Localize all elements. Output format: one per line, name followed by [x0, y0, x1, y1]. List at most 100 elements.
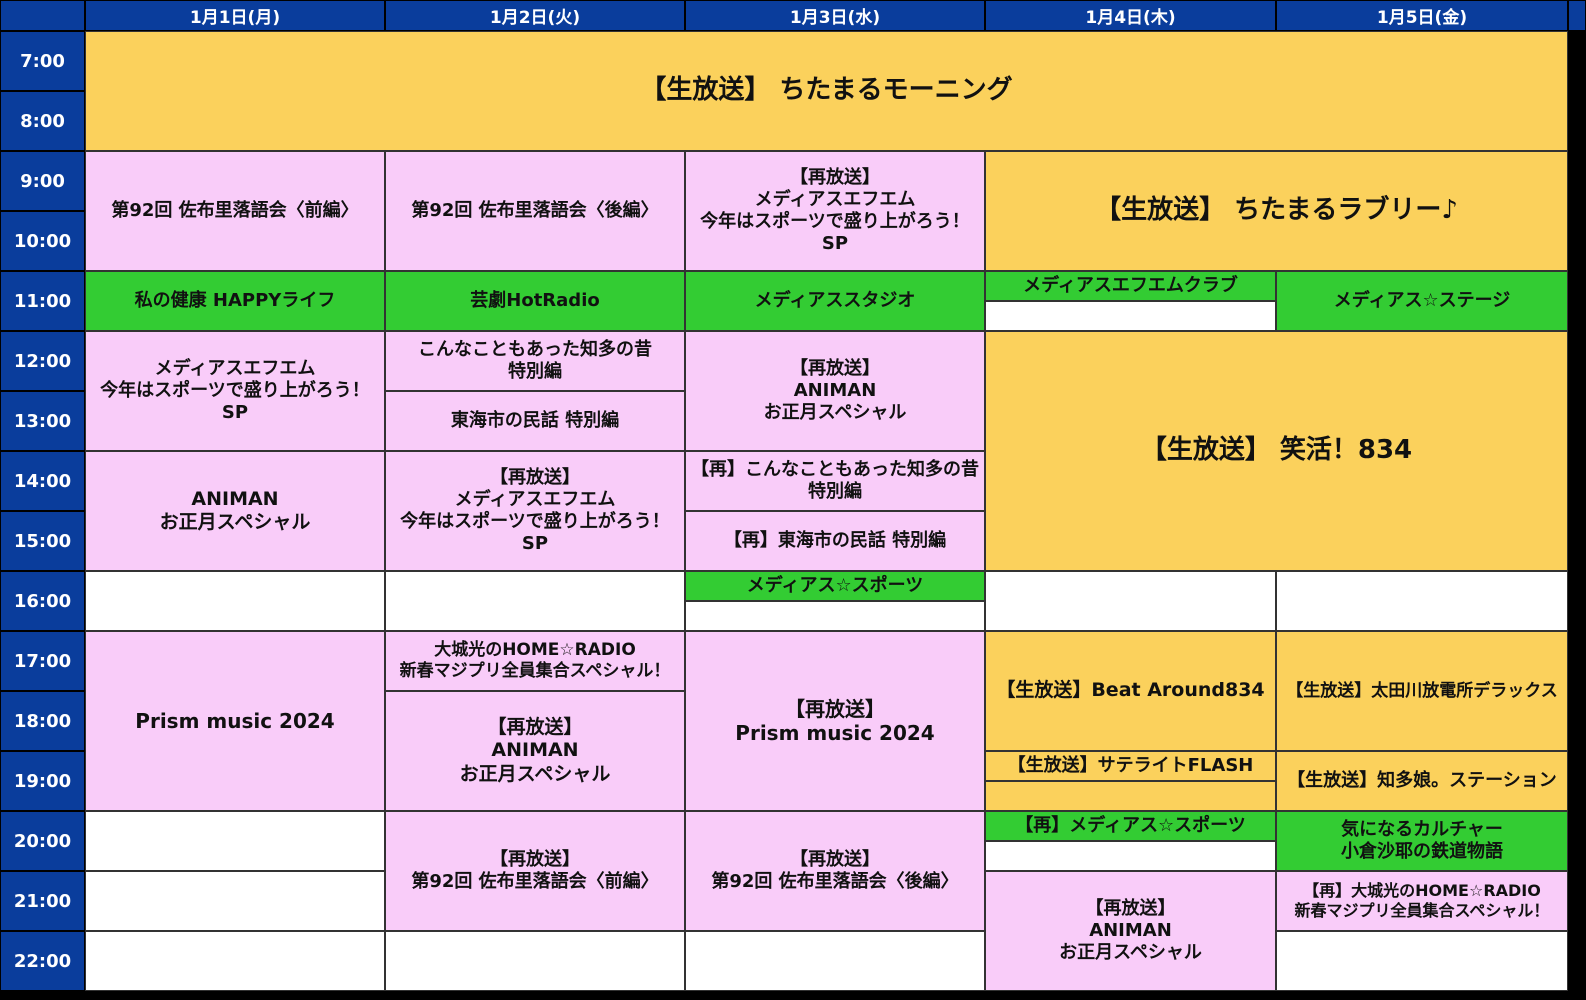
- program-title-line: 大城光のHOME☆RADIO: [434, 640, 636, 661]
- program-cell[interactable]: 大城光のHOME☆RADIO 新春マジプリ全員集合スペシャル！: [385, 631, 685, 691]
- empty-slot: [1276, 931, 1568, 991]
- program-title-line: 【再放送】: [490, 849, 580, 871]
- header-filler: [1568, 0, 1586, 31]
- program-title-line: 小倉沙耶の鉄道物語: [1341, 841, 1503, 862]
- program-title-line: 第92回 佐布里落語会〈後編〉: [411, 200, 659, 222]
- program-title-line: メディアスエフエムクラブ: [1023, 275, 1238, 297]
- program-title-line: 【再】こんなこともあった知多の昔: [691, 459, 979, 481]
- time-label: 15:00: [0, 511, 85, 571]
- program-title-line: 私の健康 HAPPYライフ: [134, 290, 336, 312]
- program-title-line: 新春マジプリ全員集合スペシャル！: [399, 661, 671, 681]
- program-title-line: SP: [821, 232, 849, 254]
- program-title-line: 今年はスポーツで盛り上がろう！: [400, 511, 670, 532]
- program-title-line: お正月スペシャル: [1059, 941, 1202, 963]
- empty-slot: [985, 841, 1276, 871]
- program-cell[interactable]: ANIMAN お正月スペシャル: [85, 451, 385, 571]
- empty-slot: [85, 931, 385, 991]
- empty-slot: [985, 781, 1276, 811]
- program-title-line: 【再放送】: [1085, 898, 1176, 920]
- program-title-line: 【再放送】: [487, 716, 583, 739]
- program-cell[interactable]: 【再】大城光のHOME☆RADIO 新春マジプリ全員集合スペシャル！: [1276, 871, 1568, 931]
- program-title-line: 第92回 佐布里落語会〈前編〉: [411, 871, 659, 892]
- program-cell[interactable]: こんなこともあった知多の昔 特別編: [385, 331, 685, 391]
- program-title-line: お正月スペシャル: [159, 511, 311, 533]
- program-cell[interactable]: 【再放送】 メディアスエフエム 今年はスポーツで盛り上がろう！ SP: [685, 151, 985, 271]
- schedule-grid: 1月1日(月) 1月2日(火) 1月3日(水) 1月4日(木) 1月5日(金) …: [0, 0, 1586, 1000]
- program-title-line: お正月スペシャル: [763, 401, 907, 423]
- program-cell[interactable]: メディアス☆ステージ: [1276, 271, 1568, 331]
- program-cell[interactable]: 【再放送】 ANIMAN お正月スペシャル: [985, 871, 1276, 991]
- program-title-line: 【生放送】サテライトFLASH: [1007, 755, 1254, 777]
- program-title-line: 【再】東海市の民話 特別編: [723, 530, 947, 552]
- program-cell[interactable]: 【再】東海市の民話 特別編: [685, 511, 985, 571]
- empty-slot: [85, 571, 385, 631]
- program-cell[interactable]: 【再】メディアス☆スポーツ: [985, 811, 1276, 841]
- program-title-line: 【再放送】: [785, 696, 885, 721]
- empty-slot: [985, 571, 1276, 631]
- program-title-line: 第92回 佐布里落語会〈前編〉: [111, 200, 359, 222]
- time-label: 20:00: [0, 811, 85, 871]
- day-header: 1月4日(木): [985, 0, 1276, 31]
- program-title-line: 東海市の民話 特別編: [450, 410, 620, 432]
- empty-slot: [1276, 571, 1568, 631]
- time-label: 11:00: [0, 271, 85, 331]
- program-title-line: 【再放送】: [490, 467, 580, 489]
- program-cell[interactable]: 【生放送】 ちたまるラブリー♪: [985, 151, 1568, 271]
- program-cell[interactable]: 気になるカルチャー 小倉沙耶の鉄道物語: [1276, 811, 1568, 871]
- program-title-line: Prism music 2024: [735, 721, 935, 745]
- program-title-line: ANIMAN: [491, 739, 579, 762]
- program-title-line: 今年はスポーツで盛り上がろう！: [100, 380, 370, 402]
- time-label: 13:00: [0, 391, 85, 451]
- program-cell[interactable]: 第92回 佐布里落語会〈後編〉: [385, 151, 685, 271]
- program-cell[interactable]: 芸劇HotRadio: [385, 271, 685, 331]
- program-title-line: ANIMAN: [1089, 920, 1172, 942]
- program-title-line: 特別編: [808, 481, 862, 502]
- time-label: 7:00: [0, 31, 85, 91]
- program-title-line: 気になるカルチャー: [1341, 819, 1503, 841]
- program-cell[interactable]: 【生放送】Beat Around834: [985, 631, 1276, 751]
- program-cell[interactable]: 【再放送】 ANIMAN お正月スペシャル: [385, 691, 685, 811]
- program-cell[interactable]: 【生放送】知多娘。ステーション: [1276, 751, 1568, 811]
- program-cell[interactable]: 【再放送】 第92回 佐布里落語会〈後編〉: [685, 811, 985, 931]
- program-cell[interactable]: 【生放送】 笑活！834: [985, 331, 1568, 571]
- program-title-line: 新春マジプリ全員集合スペシャル！: [1294, 901, 1550, 920]
- program-title-line: 【生放送】 ちたまるモーニング: [640, 75, 1013, 106]
- program-cell[interactable]: メディアスエフエム 今年はスポーツで盛り上がろう！ SP: [85, 331, 385, 451]
- program-cell[interactable]: 【再放送】 第92回 佐布里落語会〈前編〉: [385, 811, 685, 931]
- time-label: 22:00: [0, 931, 85, 991]
- program-title-line: 【生放送】知多娘。ステーション: [1287, 770, 1557, 792]
- empty-slot: [85, 811, 385, 871]
- program-title-line: 【生放送】Beat Around834: [996, 679, 1265, 702]
- program-title-line: 【再放送】: [790, 358, 880, 380]
- empty-slot: [385, 571, 685, 631]
- day-header: 1月3日(水): [685, 0, 985, 31]
- day-header: 1月1日(月): [85, 0, 385, 31]
- program-cell[interactable]: 【生放送】サテライトFLASH: [985, 751, 1276, 781]
- program-title-line: メディアス☆スポーツ: [746, 575, 924, 597]
- program-title-line: ANIMAN: [191, 487, 279, 510]
- program-cell[interactable]: 東海市の民話 特別編: [385, 391, 685, 451]
- program-cell[interactable]: 【再】こんなこともあった知多の昔 特別編: [685, 451, 985, 511]
- program-cell[interactable]: 【生放送】 ちたまるモーニング: [85, 31, 1568, 151]
- program-cell[interactable]: メディアスエフエムクラブ: [985, 271, 1276, 301]
- empty-slot: [685, 601, 985, 631]
- program-cell[interactable]: メディアス☆スポーツ: [685, 571, 985, 601]
- program-cell[interactable]: メディアススタジオ: [685, 271, 985, 331]
- program-title-line: 今年はスポーツで盛り上がろう！: [700, 211, 970, 232]
- program-title-line: 第92回 佐布里落語会〈後編〉: [711, 871, 959, 892]
- program-cell[interactable]: 【生放送】太田川放電所デラックス: [1276, 631, 1568, 751]
- time-label: 9:00: [0, 151, 85, 211]
- program-cell[interactable]: 【再放送】 メディアスエフエム 今年はスポーツで盛り上がろう！ SP: [385, 451, 685, 571]
- corner-cell: [0, 0, 85, 31]
- time-label: 19:00: [0, 751, 85, 811]
- empty-slot: [385, 931, 685, 991]
- program-cell[interactable]: 【再放送】 Prism music 2024: [685, 631, 985, 811]
- empty-slot: [985, 301, 1276, 331]
- program-cell[interactable]: 第92回 佐布里落語会〈前編〉: [85, 151, 385, 271]
- time-label: 18:00: [0, 691, 85, 751]
- program-cell[interactable]: 【再放送】 ANIMAN お正月スペシャル: [685, 331, 985, 451]
- time-label: 17:00: [0, 631, 85, 691]
- program-cell[interactable]: 私の健康 HAPPYライフ: [85, 271, 385, 331]
- program-cell[interactable]: Prism music 2024: [85, 631, 385, 811]
- program-title-line: 【再放送】: [790, 849, 880, 871]
